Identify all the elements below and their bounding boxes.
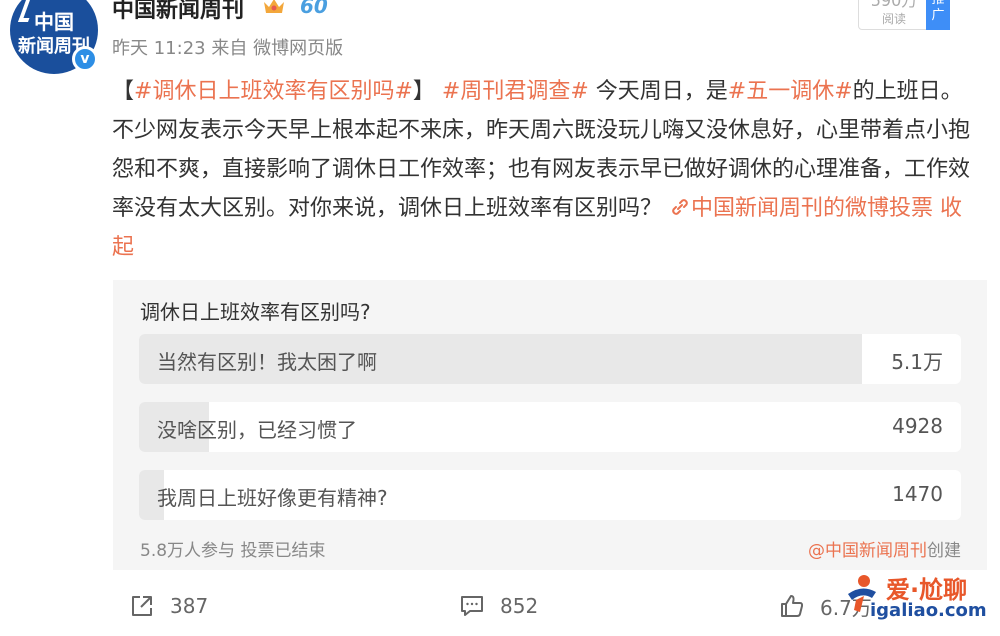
poll-creator: @中国新闻周刊创建	[808, 536, 961, 561]
poll-question: 调休日上班效率有区别吗?	[140, 300, 371, 324]
link-icon	[672, 199, 688, 215]
poll-option-1[interactable]: 当然有区别！我太困了啊 5.1万	[139, 334, 961, 384]
topic-link-hashtag-2[interactable]: #周刊君调查#	[442, 79, 589, 104]
read-count-label: 阅读	[881, 12, 906, 26]
site-watermark: 爱·尬聊 igaliao.com	[842, 566, 992, 628]
poll-ended-status: 投票已结束	[240, 541, 326, 561]
poll-option-count: 1470	[892, 482, 943, 506]
poll-creator-suffix: 创建	[927, 541, 961, 561]
post-segment: 【	[112, 79, 135, 104]
topic-link-hashtag-3[interactable]: #五一调休#	[728, 79, 853, 104]
topic-link-hashtag-1[interactable]: #调休日上班效率有区别吗#	[134, 79, 413, 104]
read-count-box: 590万 阅读	[858, 0, 930, 30]
poll-creator-link[interactable]: @中国新闻周刊	[808, 541, 927, 561]
crown-icon	[264, 0, 284, 13]
account-name[interactable]: 中国新闻周刊	[112, 0, 244, 24]
thumbs-up-icon	[781, 595, 804, 617]
comment-icon	[461, 596, 483, 616]
poll-status: 5.8万人参与 投票已结束	[140, 536, 325, 561]
poll-link[interactable]: 中国新闻周刊的微博投票	[669, 196, 933, 221]
share-icon	[132, 596, 152, 616]
share-button[interactable]: 387	[128, 586, 208, 626]
avatar-text-line-1: 中国	[34, 10, 74, 34]
poll-option-3[interactable]: 我周日上班好像更有精神? 1470	[139, 470, 961, 520]
comment-button[interactable]: 852	[458, 586, 538, 626]
poll-option-label: 没啥区别，已经习惯了	[157, 418, 357, 442]
promote-button[interactable]: 推广	[926, 0, 950, 30]
poll-card: 调休日上班效率有区别吗? 当然有区别！我太困了啊 5.1万 没啥区别，已经习惯了…	[113, 280, 987, 570]
poll-option-label: 我周日上班好像更有精神?	[157, 486, 388, 510]
svip-badge-icon: 60	[300, 0, 328, 18]
post-body: 【#调休日上班效率有区别吗#】 #周刊君调查# 今天周日，是#五一调休#的上班日…	[112, 72, 972, 267]
watermark-domain: igaliao.com	[870, 600, 987, 621]
post-time[interactable]: 昨天 11:23	[112, 38, 206, 59]
read-count-value: 590万	[870, 0, 918, 10]
post-segment: 】	[412, 79, 442, 104]
comment-count: 852	[500, 594, 539, 618]
share-count: 387	[170, 594, 209, 618]
poll-option-count: 4928	[892, 414, 943, 438]
poll-participants: 5.8万人参与	[140, 541, 236, 561]
post-segment: 今天周日，是	[588, 79, 728, 104]
poll-option-label: 当然有区别！我太困了啊	[157, 350, 377, 374]
post-source: 来自 微博网页版	[211, 38, 344, 59]
post-meta: 昨天 11:23 来自 微博网页版	[112, 34, 343, 60]
poll-option-2[interactable]: 没啥区别，已经习惯了 4928	[139, 402, 961, 452]
poll-option-count: 5.1万	[891, 350, 943, 374]
poll-link-text[interactable]: 中国新闻周刊的微博投票	[691, 196, 933, 221]
verified-badge-icon: v	[72, 46, 98, 72]
